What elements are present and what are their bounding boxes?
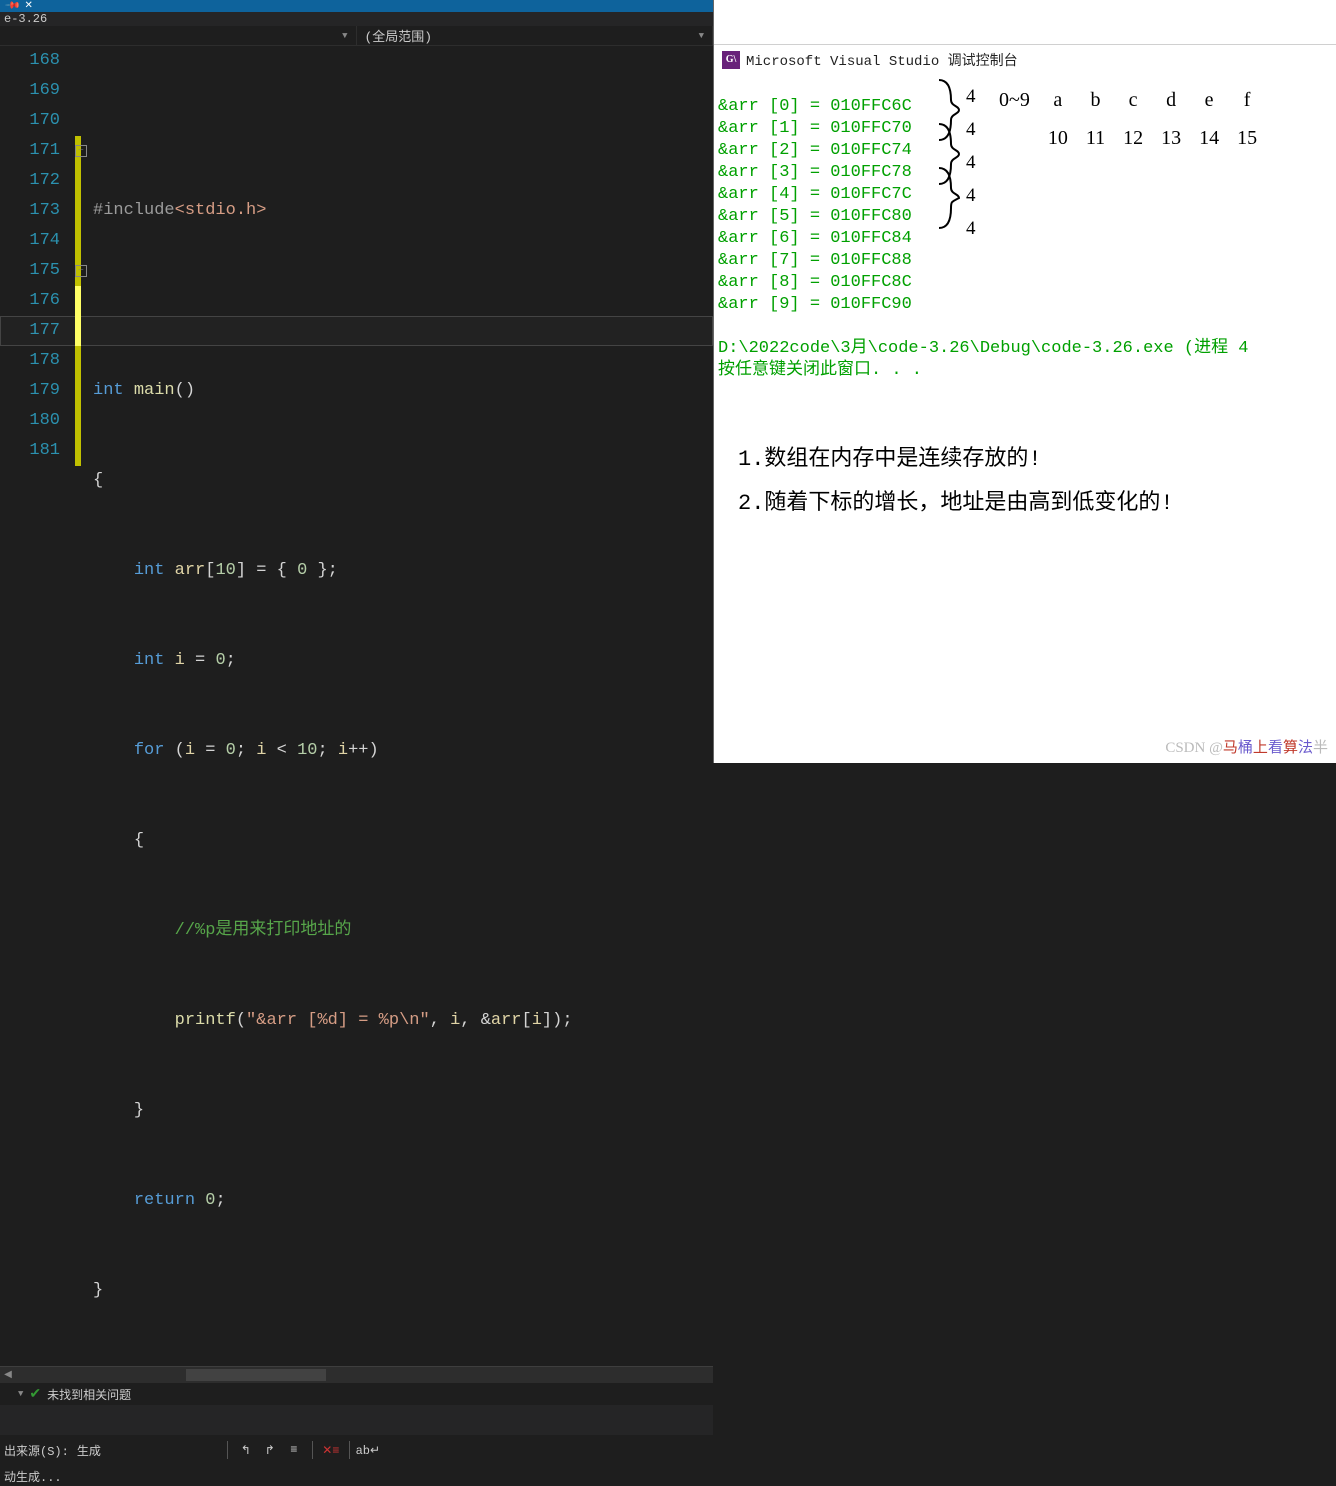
fold-column: − − [75,46,93,1366]
file-tab-label: e-3.26 [4,12,47,26]
chevron-down-icon[interactable]: ▼ [18,1389,23,1399]
error-list-bar[interactable]: ▼ ✔ 未找到相关问题 [0,1383,713,1405]
console-title: Microsoft Visual Studio 调试控制台 [746,50,1018,70]
annotation-pane: G\ Microsoft Visual Studio 调试控制台 &arr [0… [713,0,1336,763]
editor[interactable]: 168 169 170 171 172 173 174 175 176 177 … [0,46,713,1366]
chevron-down-icon: ▼ [342,31,347,41]
bottom-bars: ◀ ▼ ✔ 未找到相关问题 出来源(S): 生成 ↰ ↱ ≡ ✕≡ ab↵ 动生… [0,1366,713,1486]
clear-icon[interactable]: ✕≡ [319,1438,343,1462]
tab-controls: 📌 ✕ [0,0,713,12]
wrap-icon[interactable]: ab↵ [356,1438,380,1462]
goto-next-icon[interactable]: ↱ [258,1438,282,1462]
diff-values: 4 4 4 4 4 [966,80,976,245]
note-2: 2.随着下标的增长，地址是由高到低变化的! [738,482,1312,526]
scope-bar: ▼ (全局范围)▼ [0,26,713,46]
notes: 1.数组在内存中是连续存放的! 2.随着下标的增长，地址是由高到低变化的! [714,422,1336,542]
goto-prev-icon[interactable]: ↰ [234,1438,258,1462]
scroll-left-icon[interactable]: ◀ [0,1369,16,1381]
scope-left[interactable]: ▼ [0,26,357,45]
file-tab[interactable]: e-3.26 [0,12,713,26]
close-icon[interactable]: ✕ [24,0,32,12]
error-message: 未找到相关问题 [47,1386,131,1403]
output-separator [0,1405,713,1435]
ok-icon: ✔ [29,1386,41,1403]
vs-icon: G\ [722,51,740,69]
fold-icon[interactable]: − [75,145,87,157]
fold-icon[interactable]: − [75,265,87,277]
horizontal-scrollbar[interactable]: ◀ [0,1367,713,1383]
hex-legend-table: 0~9 a b c d e f 10 11 12 13 14 15 [989,80,1267,158]
scope-right[interactable]: (全局范围)▼ [357,26,714,45]
status-line: 动生成... [0,1465,713,1486]
code-content[interactable]: #include<stdio.h> int main() { int arr[1… [93,46,713,1366]
console-titlebar: G\ Microsoft Visual Studio 调试控制台 [714,44,1336,74]
output-filter-bar: 出来源(S): 生成 ↰ ↱ ≡ ✕≡ ab↵ [0,1435,713,1465]
watermark: CSDN @马桶上看算法半 [1165,736,1328,757]
scrollbar-thumb[interactable] [186,1369,326,1381]
goto-line-icon[interactable]: ≡ [282,1438,306,1462]
note-1: 1.数组在内存中是连续存放的! [738,438,1312,482]
line-gutter: 168 169 170 171 172 173 174 175 176 177 … [0,46,75,1366]
source-dropdown[interactable]: 生成 [77,1442,221,1459]
source-label: 出来源(S): [4,1442,69,1459]
chevron-down-icon: ▼ [699,31,704,41]
code-editor-pane: 📌 ✕ e-3.26 ▼ (全局范围)▼ 168 169 170 171 172… [0,0,713,763]
